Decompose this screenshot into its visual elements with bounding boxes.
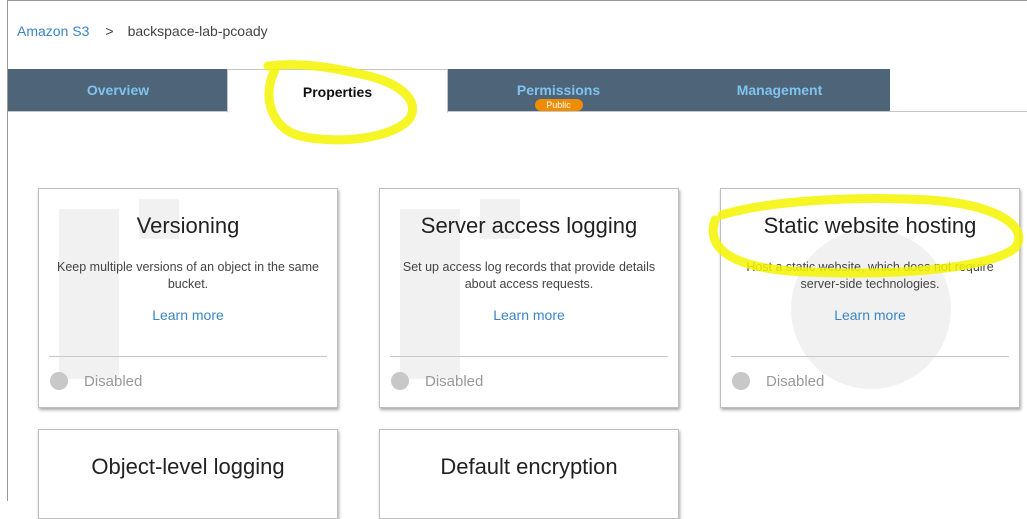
status-dot-icon [732,372,750,390]
card-description: Keep multiple versions of an object in t… [57,260,319,291]
card-title: Static website hosting [763,213,977,238]
learn-more-link[interactable]: Learn more [380,307,678,323]
breadcrumb-bucket: backspace-lab-pcoady [127,23,268,39]
status-dot-icon [391,372,409,390]
breadcrumb: Amazon S3 > backspace-lab-pcoady [17,23,268,39]
status-indicator: Disabled [391,372,483,390]
learn-more-link[interactable]: Learn more [721,307,1019,323]
card-title: Server access logging [420,213,638,238]
status-label: Disabled [84,372,143,390]
card-divider [731,356,1009,357]
card-description: Set up access log records that provide d… [402,260,656,291]
static-website-hosting-card[interactable]: Static website hosting Host a static web… [720,188,1020,408]
public-badge: Public [534,99,583,111]
card-divider [390,356,668,357]
status-indicator: Disabled [732,372,824,390]
status-indicator: Disabled [50,372,142,390]
tab-bar: Overview Properties Permissions Public M… [8,69,1027,113]
breadcrumb-root-link[interactable]: Amazon S3 [17,23,89,39]
tab-management[interactable]: Management [669,69,890,111]
status-label: Disabled [425,372,484,390]
status-label: Disabled [766,372,825,390]
server-access-logging-card[interactable]: Server access logging Set up access log … [379,188,679,408]
card-title: Object-level logging [91,454,285,479]
tab-permissions[interactable]: Permissions Public [448,69,669,111]
status-dot-icon [50,372,68,390]
tab-overview[interactable]: Overview [8,69,228,111]
card-title: Default encryption [440,454,618,479]
card-description: Host a static website, which does not re… [746,260,994,291]
tab-properties[interactable]: Properties [227,69,448,113]
object-level-logging-card[interactable]: Object-level logging [38,429,338,519]
card-divider [49,356,327,357]
learn-more-link[interactable]: Learn more [39,307,337,323]
tab-permissions-label: Permissions [516,82,601,98]
card-title: Versioning [136,213,240,238]
default-encryption-card[interactable]: Default encryption [379,429,679,519]
s3-bucket-page: Amazon S3 > backspace-lab-pcoady Overvie… [7,0,1027,519]
versioning-card[interactable]: Versioning Keep multiple versions of an … [38,188,338,408]
breadcrumb-separator: > [105,23,114,39]
